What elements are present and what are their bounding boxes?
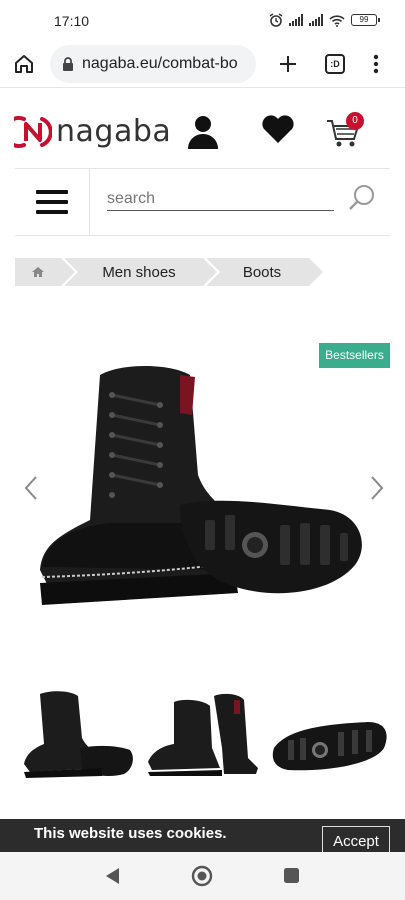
- search-input[interactable]: [107, 187, 334, 211]
- logo-text: nagaba: [56, 114, 172, 149]
- browser-toolbar: nagaba.eu/combat-bo :D: [0, 40, 405, 88]
- product-thumbnail-2[interactable]: [144, 688, 264, 780]
- cart-button[interactable]: 0: [326, 112, 364, 153]
- home-icon: [32, 267, 44, 277]
- signal-icon: [289, 14, 303, 26]
- cart-count-badge: 0: [346, 112, 364, 130]
- cookie-title: This website uses cookies.: [34, 825, 227, 842]
- breadcrumb-item-boots[interactable]: Boots: [207, 258, 326, 286]
- product-thumbnail-3[interactable]: [268, 688, 390, 780]
- breadcrumb-item-men-shoes[interactable]: Men shoes: [65, 258, 220, 286]
- more-menu-icon[interactable]: [364, 52, 388, 76]
- wishlist-heart-icon[interactable]: [261, 114, 295, 149]
- status-time: 17:10: [54, 13, 90, 29]
- alarm-icon: [269, 13, 283, 27]
- site-header: nagaba 0: [0, 96, 405, 168]
- recents-icon[interactable]: [284, 868, 299, 883]
- system-nav-bar: [0, 852, 405, 900]
- battery-icon: 99: [351, 14, 380, 26]
- search-row: [15, 168, 390, 236]
- home-circle-icon[interactable]: [191, 865, 213, 887]
- product-thumbnail-1[interactable]: [20, 688, 136, 780]
- tab-switcher-icon: :D: [325, 54, 345, 74]
- address-bar[interactable]: nagaba.eu/combat-bo: [50, 45, 256, 83]
- search-icon[interactable]: [348, 184, 376, 212]
- url-text: nagaba.eu/combat-bo: [82, 55, 238, 72]
- wifi-icon: [329, 14, 345, 27]
- product-main-image[interactable]: [30, 355, 370, 615]
- home-icon[interactable]: [12, 52, 36, 76]
- breadcrumb-home[interactable]: [15, 258, 78, 286]
- hamburger-menu-button[interactable]: [15, 169, 90, 235]
- nagaba-logo-icon: [14, 115, 52, 148]
- cookie-banner: This website uses cookies. Accept: [0, 819, 405, 852]
- account-icon[interactable]: [186, 114, 220, 155]
- cookie-accept-button[interactable]: Accept: [322, 826, 390, 852]
- back-icon[interactable]: [104, 867, 120, 885]
- lock-icon: [63, 56, 73, 71]
- status-icons: 99: [269, 13, 380, 27]
- new-tab-icon[interactable]: [276, 52, 300, 76]
- signal-icon-2: [309, 14, 323, 26]
- tab-switcher-button[interactable]: :D: [323, 52, 347, 76]
- site-logo[interactable]: nagaba: [14, 114, 171, 149]
- breadcrumb: Men shoes Boots: [15, 258, 326, 286]
- status-bar: 17:10 99: [0, 0, 405, 40]
